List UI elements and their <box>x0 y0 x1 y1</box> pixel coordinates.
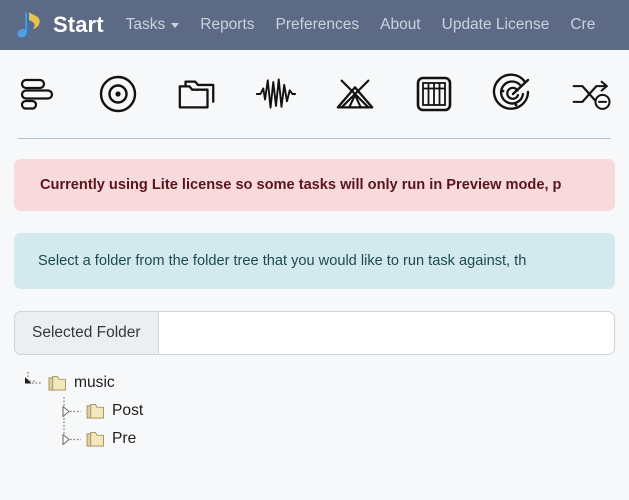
nav-item-preferences[interactable]: Preferences <box>276 16 360 34</box>
icon-toolbar <box>0 50 629 138</box>
tree-node-label: Pre <box>112 430 137 447</box>
license-warning-text: Currently using Lite license so some tas… <box>40 176 562 193</box>
nav-item-tasks[interactable]: Tasks <box>126 16 180 34</box>
selected-folder-input[interactable] <box>157 311 615 355</box>
nav-items: Tasks Reports Preferences About Update L… <box>126 16 596 34</box>
radar-icon <box>492 73 530 110</box>
nav-item-about[interactable]: About <box>380 16 421 34</box>
toolbar-button-shuffle-off[interactable] <box>571 73 613 115</box>
toolbar-button-sort[interactable] <box>18 73 60 115</box>
instructions-text: Select a folder from the folder tree tha… <box>38 252 527 269</box>
toolbar-button-grid[interactable] <box>413 73 455 115</box>
grid-icon <box>416 76 452 112</box>
tree-node-label: Post <box>112 402 144 419</box>
toolbar-button-disc[interactable] <box>97 73 139 115</box>
brand[interactable]: Start <box>14 9 104 41</box>
folder-icon <box>86 403 104 419</box>
toolbar-button-folders[interactable] <box>176 73 218 115</box>
main-content: Currently using Lite license so some tas… <box>0 159 629 453</box>
tent-icon <box>336 79 374 109</box>
disc-icon <box>99 75 137 113</box>
folder-icon <box>86 431 104 447</box>
toolbar-button-radar[interactable] <box>492 73 534 115</box>
folder-icon <box>48 375 66 391</box>
tree-node-post[interactable]: Post <box>22 397 615 425</box>
nav-item-update-license[interactable]: Update License <box>442 16 550 34</box>
brand-label: Start <box>53 12 104 37</box>
tree-collapsed-arrow-icon[interactable] <box>60 425 86 453</box>
music-note-icon <box>17 12 40 38</box>
tree-node-music[interactable]: music <box>22 369 615 397</box>
toolbar-divider <box>18 138 611 139</box>
tree-node-label: music <box>74 374 115 391</box>
nav-item-label: Tasks <box>125 16 166 33</box>
toolbar-button-tent[interactable] <box>334 73 376 115</box>
selected-folder-group: Selected Folder <box>14 311 615 355</box>
top-navbar: Start Tasks Reports Preferences About Up… <box>0 0 629 50</box>
license-warning-alert: Currently using Lite license so some tas… <box>14 159 615 211</box>
bar-list-icon <box>20 78 54 110</box>
selected-folder-label: Selected Folder <box>14 311 158 355</box>
tree-expanded-arrow-icon[interactable] <box>22 369 48 397</box>
chevron-down-icon <box>171 22 180 28</box>
nav-item-reports[interactable]: Reports <box>200 16 254 34</box>
tree-collapsed-arrow-icon[interactable] <box>60 397 86 425</box>
folders-icon <box>178 80 215 109</box>
toolbar-button-waveform[interactable] <box>255 73 297 115</box>
instructions-alert: Select a folder from the folder tree tha… <box>14 233 615 289</box>
tree-node-pre[interactable]: Pre <box>22 425 615 453</box>
folder-tree: music Post Pre <box>14 369 615 453</box>
nav-item-credits[interactable]: Cre <box>570 16 595 34</box>
shuffle-off-icon <box>572 80 611 110</box>
waveform-icon <box>255 78 297 109</box>
